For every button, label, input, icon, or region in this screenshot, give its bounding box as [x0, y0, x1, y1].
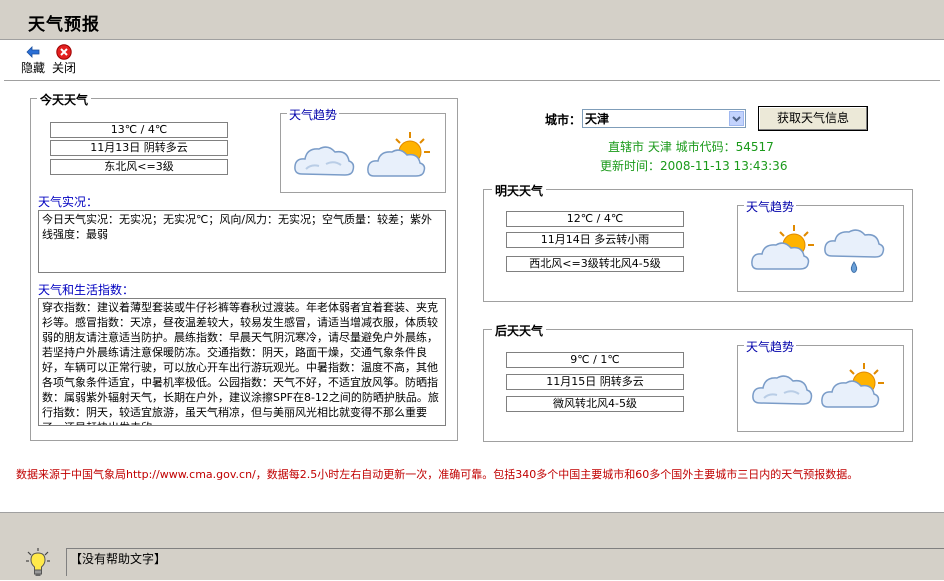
cloud-icon — [750, 367, 814, 412]
city-select-value: 天津 — [585, 112, 610, 126]
day-after-trend-label: 天气趋势 — [744, 338, 797, 355]
help-text: 【没有帮助文字】 — [66, 548, 944, 576]
tomorrow-wind: 西北风<=3级转北风4-5级 — [506, 256, 684, 272]
partly-cloudy-icon — [366, 130, 434, 183]
fetch-weather-button[interactable]: 获取天气信息 — [758, 106, 868, 131]
chevron-down-icon[interactable] — [729, 111, 744, 126]
toolbar — [0, 40, 944, 78]
app-title: 天气预报 — [28, 15, 100, 35]
today-temp: 13℃ / 4℃ — [50, 122, 228, 138]
today-trend-label: 天气趋势 — [287, 106, 340, 123]
close-icon — [44, 44, 84, 60]
day-after-title: 后天天气 — [492, 322, 547, 339]
life-index-label: 天气和生活指数： — [38, 283, 135, 297]
city-select[interactable]: 天津 — [582, 109, 746, 128]
tomorrow-title: 明天天气 — [492, 182, 547, 199]
tomorrow-temp: 12℃ / 4℃ — [506, 211, 684, 227]
light-rain-icon — [822, 226, 886, 279]
today-wind: 东北风<=3级 — [50, 159, 228, 175]
day-after-temp: 9℃ / 1℃ — [506, 352, 684, 368]
partly-cloudy-icon — [820, 361, 888, 414]
tomorrow-date-weather: 11月14日 多云转小雨 — [506, 232, 684, 248]
today-title: 今天天气 — [37, 91, 92, 108]
update-time: 更新时间：2008-11-13 13:43:36 — [600, 159, 788, 173]
live-weather-label: 天气实况： — [38, 195, 99, 209]
cloud-icon — [292, 138, 356, 183]
day-after-date-weather: 11月15日 阴转多云 — [506, 374, 684, 390]
live-weather-text: 今日天气实况：无实况；无实况℃；风向/风力：无实况；空气质量：较差；紫外线强度：… — [38, 210, 446, 273]
title-bar — [0, 0, 944, 40]
partly-cloudy-icon — [750, 223, 818, 276]
day-after-wind: 微风转北风4-5级 — [506, 396, 684, 412]
today-date-weather: 11月13日 阴转多云 — [50, 140, 228, 156]
close-label: 关闭 — [51, 61, 76, 75]
life-index-text[interactable]: 穿衣指数：建议着薄型套装或牛仔衫裤等春秋过渡装。年老体弱者宜着套装、夹克衫等。感… — [38, 298, 446, 426]
city-info: 直辖市 天津 城市代码：54517 — [608, 140, 774, 154]
close-button[interactable]: 关闭 — [44, 44, 84, 76]
tomorrow-trend-label: 天气趋势 — [744, 198, 797, 215]
lightbulb-icon — [26, 548, 50, 581]
data-source-note: 数据来源于中国气象局http://www.cma.gov.cn/，数据每2.5小… — [16, 468, 859, 481]
city-label: 城市： — [545, 113, 582, 127]
